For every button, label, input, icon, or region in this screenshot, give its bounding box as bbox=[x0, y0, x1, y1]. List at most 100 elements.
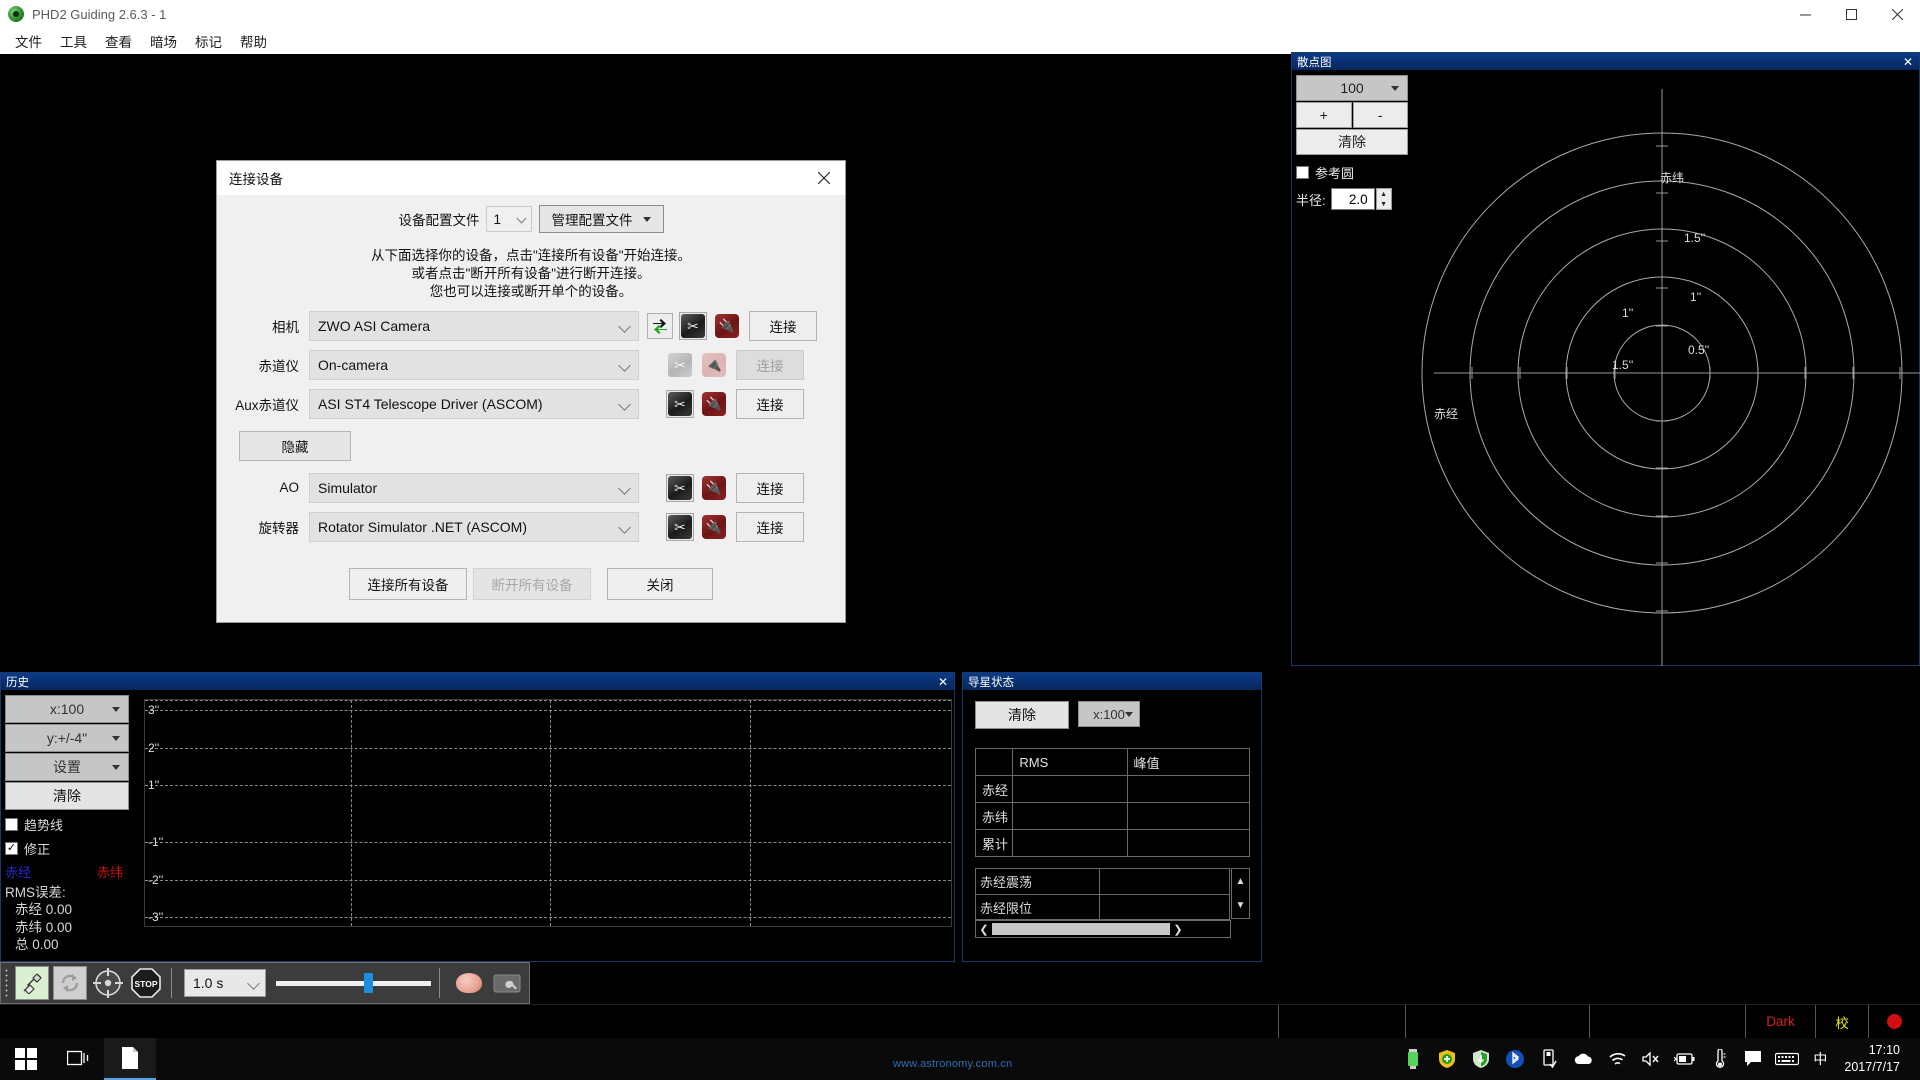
aux-mount-label: Aux赤道仪 bbox=[235, 397, 299, 413]
history-correction-checkbox[interactable]: ✓ 修正 bbox=[5, 839, 129, 858]
menu-help[interactable]: 帮助 bbox=[231, 29, 276, 53]
history-settings-select[interactable]: 设置 bbox=[5, 753, 129, 781]
rotator-connect-button[interactable]: 连接 bbox=[736, 511, 804, 542]
task-view-button[interactable] bbox=[52, 1038, 104, 1080]
guide-clear-button[interactable]: 清除 bbox=[975, 701, 1069, 729]
mount-select[interactable]: On-camera bbox=[309, 349, 639, 380]
guide-rms-table: RMS 峰值 赤经 赤纬 累计 bbox=[974, 748, 1251, 857]
header-blank bbox=[974, 748, 1014, 776]
toolbar-drag-handle[interactable] bbox=[1, 963, 11, 1003]
file-explorer-button[interactable] bbox=[104, 1038, 156, 1080]
loop-exposure-button[interactable] bbox=[53, 966, 87, 1000]
rotator-tools-button[interactable]: ✂ bbox=[666, 512, 694, 541]
legend-dec-label: 赤纬 bbox=[96, 865, 123, 880]
exposure-select[interactable]: 1.0 s bbox=[184, 969, 266, 997]
plug-icon: 🔌 bbox=[702, 391, 726, 416]
history-trendline-checkbox[interactable]: 趋势线 bbox=[5, 815, 129, 834]
ao-select[interactable]: Simulator bbox=[309, 472, 639, 503]
volume-muted-icon[interactable] bbox=[1634, 1038, 1668, 1080]
menu-file[interactable]: 文件 bbox=[6, 29, 51, 53]
history-xscale-select[interactable]: x:100 bbox=[5, 695, 129, 723]
usb-eject-icon[interactable] bbox=[1532, 1038, 1566, 1080]
guide-panel-title: 导星状态 bbox=[968, 676, 1014, 689]
wifi-icon[interactable] bbox=[1600, 1038, 1634, 1080]
usb-battery-icon[interactable] bbox=[1396, 1038, 1430, 1080]
history-ylabel-1: 1'' bbox=[148, 778, 160, 792]
grid-line-horizontal bbox=[145, 842, 951, 843]
scrollbar-thumb[interactable] bbox=[992, 923, 1170, 935]
camera-plug-button[interactable]: 🔌 bbox=[713, 312, 741, 340]
ao-tools-button[interactable]: ✂ bbox=[666, 473, 694, 502]
stop-button[interactable]: STOP bbox=[129, 966, 163, 1000]
scroll-up-icon[interactable]: ▲ bbox=[1232, 869, 1249, 894]
status-recording-indicator bbox=[1869, 1014, 1920, 1029]
keyboard-icon[interactable] bbox=[1770, 1038, 1804, 1080]
manage-profiles-button[interactable]: 管理配置文件 bbox=[538, 205, 664, 233]
connect-devices-dialog: 连接设备 设备配置文件 1 管理配置文件 从下面选择你的设备，点击"连接所有设备… bbox=[216, 160, 846, 623]
camera-settings-button[interactable] bbox=[490, 966, 524, 1000]
shield-plus-icon[interactable] bbox=[1430, 1038, 1464, 1080]
device-row-mount: 赤道仪 On-camera ✂ 🔌 连接 bbox=[229, 349, 833, 380]
guide-list-horizontal-scrollbar[interactable]: ❮ ❯ bbox=[975, 920, 1231, 938]
history-ylabel-3: 3'' bbox=[148, 703, 160, 717]
connect-plug-button[interactable] bbox=[15, 966, 49, 1000]
onedrive-cloud-icon[interactable] bbox=[1566, 1038, 1600, 1080]
ime-indicator[interactable]: 中 bbox=[1804, 1049, 1836, 1069]
swap-arrows-icon[interactable] bbox=[647, 312, 673, 339]
scroll-down-icon[interactable]: ▼ bbox=[1232, 894, 1249, 919]
rotator-select[interactable]: Rotator Simulator .NET (ASCOM) bbox=[309, 511, 639, 542]
thermometer-icon[interactable] bbox=[1702, 1038, 1736, 1080]
guide-list-vertical-scrollbar[interactable]: ▲ ▼ bbox=[1231, 868, 1250, 919]
guide-xscale-select[interactable]: x:100 bbox=[1078, 701, 1140, 727]
menu-tools[interactable]: 工具 bbox=[51, 29, 96, 53]
battery-charging-icon[interactable] bbox=[1668, 1038, 1702, 1080]
scatter-axis-y-label: 赤纬 bbox=[1660, 171, 1685, 185]
aux-mount-select[interactable]: ASI ST4 Telescope Driver (ASCOM) bbox=[309, 388, 639, 419]
brain-settings-button[interactable] bbox=[452, 966, 486, 1000]
device-row-rotator: 旋转器 Rotator Simulator .NET (ASCOM) ✂ 🔌 连… bbox=[229, 511, 833, 542]
bluetooth-icon[interactable] bbox=[1498, 1038, 1532, 1080]
connect-all-button[interactable]: 连接所有设备 bbox=[349, 567, 467, 600]
dialog-close-button[interactable]: 关闭 bbox=[607, 567, 713, 600]
aux-mount-tools-button[interactable]: ✂ bbox=[666, 389, 694, 418]
camera-select[interactable]: ZWO ASI Camera bbox=[309, 310, 639, 341]
security-shield-icon[interactable] bbox=[1464, 1038, 1498, 1080]
history-clear-button[interactable]: 清除 bbox=[5, 782, 129, 810]
hide-button[interactable]: 隐藏 bbox=[239, 430, 351, 461]
window-title: PHD2 Guiding 2.6.3 - 1 bbox=[32, 6, 167, 22]
scroll-right-icon[interactable]: ❯ bbox=[1170, 923, 1186, 936]
ao-plug-button[interactable]: 🔌 bbox=[700, 474, 728, 502]
dialog-close-icon[interactable] bbox=[803, 161, 845, 195]
profile-select[interactable]: 1 bbox=[485, 206, 532, 232]
gamma-slider[interactable] bbox=[276, 970, 431, 996]
row-peak-ra bbox=[1126, 775, 1251, 803]
aux-mount-connect-button[interactable]: 连接 bbox=[736, 388, 804, 419]
start-button[interactable] bbox=[0, 1038, 52, 1080]
guide-panel-titlebar: 导星状态 bbox=[963, 673, 1261, 690]
toolbar-separator bbox=[439, 968, 440, 998]
row-rms-dec bbox=[1012, 802, 1128, 830]
clock[interactable]: 17:10 2017/7/17 bbox=[1836, 1042, 1914, 1076]
history-yscale-select[interactable]: y:+/-4" bbox=[5, 724, 129, 752]
camera-connect-button[interactable]: 连接 bbox=[749, 310, 817, 341]
menu-darkframe[interactable]: 暗场 bbox=[141, 29, 186, 53]
rms-ra-value: 赤经 0.00 bbox=[15, 902, 73, 918]
minimize-icon[interactable] bbox=[1782, 0, 1828, 28]
ao-connect-button[interactable]: 连接 bbox=[736, 472, 804, 503]
row-label-ra: 赤经 bbox=[974, 775, 1014, 803]
rotator-plug-button[interactable]: 🔌 bbox=[700, 513, 728, 541]
maximize-icon[interactable] bbox=[1828, 0, 1874, 28]
aux-mount-plug-button[interactable]: 🔌 bbox=[700, 390, 728, 418]
file-explorer-icon bbox=[122, 1047, 138, 1069]
menu-view[interactable]: 查看 bbox=[96, 29, 141, 53]
slider-thumb[interactable] bbox=[364, 973, 373, 993]
camera-tools-button[interactable]: ✂ bbox=[679, 311, 707, 340]
close-icon[interactable]: ✕ bbox=[1901, 53, 1915, 70]
scroll-left-icon[interactable]: ❮ bbox=[976, 923, 992, 936]
close-icon[interactable] bbox=[1874, 0, 1920, 28]
menu-bookmark[interactable]: 标记 bbox=[186, 29, 231, 53]
close-icon[interactable]: ✕ bbox=[936, 673, 950, 690]
history-settings-label: 设置 bbox=[53, 759, 81, 775]
notification-icon[interactable] bbox=[1736, 1038, 1770, 1080]
guide-button[interactable] bbox=[91, 966, 125, 1000]
